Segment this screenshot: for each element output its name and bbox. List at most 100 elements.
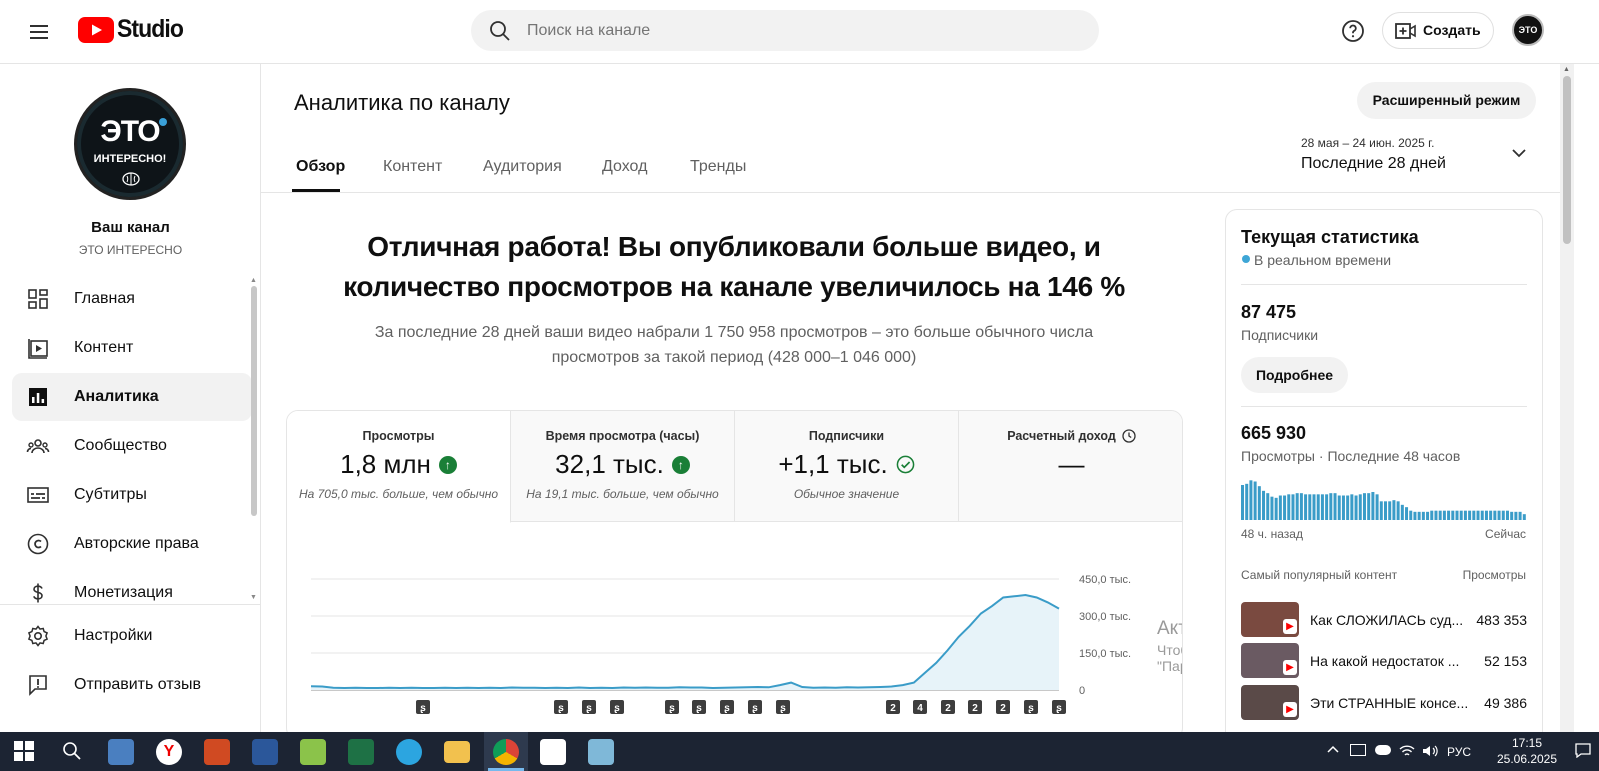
- video-row[interactable]: ▶ На какой недостаток ... 52 153: [1241, 643, 1527, 679]
- views-area: [311, 595, 1059, 690]
- channel-logo-dot-icon: [159, 118, 167, 126]
- page-scroll-thumb[interactable]: [1563, 76, 1571, 244]
- realtime-bar: [1480, 510, 1484, 520]
- tray-volume-icon[interactable]: [1422, 744, 1438, 758]
- yandex-browser-icon[interactable]: Y: [156, 739, 182, 765]
- app-icon[interactable]: [588, 739, 614, 765]
- metric-revenue[interactable]: Расчетный доход —: [959, 411, 1182, 522]
- metric-title: Просмотры: [362, 429, 435, 443]
- menu-icon[interactable]: [27, 20, 51, 44]
- tab-content[interactable]: Контент: [383, 158, 442, 176]
- tray-language[interactable]: РУС: [1447, 745, 1471, 759]
- realtime-bar: [1379, 501, 1383, 520]
- help-icon[interactable]: [1341, 19, 1365, 43]
- watermark-title: Активация Windows: [1157, 618, 1182, 639]
- notifications-icon[interactable]: [1575, 742, 1591, 758]
- scroll-up-icon[interactable]: ▲: [1563, 66, 1570, 73]
- metric-title-row: Расчетный доход: [959, 429, 1182, 443]
- views-chart[interactable]: 450,0 тыс. 300,0 тыс. 150,0 тыс. 0 ʂ ʂ ʂ ʂ ʂ ʂ ʂ ʂ ʂ…: [287, 522, 1183, 740]
- sidebar-item-settings[interactable]: Настройки: [12, 612, 252, 660]
- advanced-mode-button[interactable]: Расширенный режим: [1357, 82, 1536, 119]
- tab-audience[interactable]: Аудитория: [483, 158, 562, 176]
- sidebar-item-subtitles[interactable]: Субтитры: [12, 471, 252, 519]
- tray-chevron-up-icon[interactable]: [1326, 744, 1340, 754]
- media-player-icon[interactable]: [108, 739, 134, 765]
- realtime-bar-chart[interactable]: [1241, 478, 1527, 520]
- sidebar-scrollbar[interactable]: [251, 286, 257, 516]
- sidebar-item-community[interactable]: Сообщество: [12, 422, 252, 470]
- subscribers-label: Подписчики: [1241, 327, 1319, 343]
- sidebar-item-dashboard[interactable]: Главная: [12, 275, 252, 323]
- realtime-bar: [1304, 494, 1308, 520]
- tray-wifi-icon[interactable]: [1399, 744, 1415, 758]
- realtime-card: Текущая статистика В реальном времени 87…: [1225, 209, 1543, 749]
- metric-value-row: 32,1 тыс. ↑: [511, 449, 734, 480]
- realtime-bar: [1463, 510, 1467, 520]
- sidebar-item-label: Аналитика: [74, 388, 159, 405]
- metric-views[interactable]: Просмотры 1,8 млн ↑ На 705,0 тыс. больше,…: [287, 411, 511, 523]
- summary-subtext-line-2: просмотров за такой период (428 000–1 04…: [551, 349, 917, 366]
- realtime-bar: [1312, 494, 1316, 520]
- date-range-picker[interactable]: 28 мая – 24 июн. 2025 г. Последние 28 дн…: [1300, 134, 1535, 178]
- create-label: Создать: [1423, 22, 1481, 38]
- video-views: 483 353: [1476, 612, 1527, 628]
- create-button[interactable]: Создать: [1382, 12, 1494, 49]
- marker-label: 2: [1000, 703, 1006, 714]
- excel-icon[interactable]: [348, 739, 374, 765]
- metric-subscribers[interactable]: Подписчики +1,1 тыс. Обычное значение: [735, 411, 959, 522]
- powerpoint-icon[interactable]: [204, 739, 230, 765]
- date-range-label: Последние 28 дней: [1301, 155, 1446, 172]
- dashboard-icon: [26, 287, 50, 311]
- windows-start-icon[interactable]: [14, 741, 34, 761]
- community-icon: [26, 434, 50, 458]
- file-explorer-icon[interactable]: [444, 741, 470, 763]
- popular-metric: Просмотры: [1462, 568, 1526, 582]
- word-icon[interactable]: [252, 739, 278, 765]
- search-input[interactable]: [527, 18, 1067, 43]
- capcut-icon[interactable]: [540, 739, 566, 765]
- realtime-bar: [1501, 510, 1505, 520]
- arrow-up-icon: ↑: [438, 455, 457, 474]
- sidebar-item-copyright[interactable]: Авторские права: [12, 520, 252, 568]
- tab-revenue[interactable]: Доход: [602, 158, 647, 176]
- search-bar[interactable]: [471, 10, 1099, 51]
- studio-logo-text: Studio: [117, 15, 184, 43]
- tray-cloud-icon[interactable]: [1375, 745, 1391, 755]
- video-views: 52 153: [1484, 653, 1527, 669]
- details-button[interactable]: Подробнее: [1241, 357, 1348, 393]
- taskbar-search-icon[interactable]: [62, 741, 82, 761]
- page-scrollbar[interactable]: ▲: [1560, 64, 1574, 732]
- realtime-bar: [1270, 496, 1274, 520]
- sidebar-item-analytics[interactable]: Аналитика: [12, 373, 252, 421]
- sidebar-item-feedback[interactable]: Отправить отзыв: [12, 661, 252, 709]
- chrome-icon[interactable]: [493, 739, 519, 765]
- monetization-icon: [26, 581, 50, 604]
- scroll-up-icon[interactable]: ▲: [250, 277, 257, 284]
- telegram-icon[interactable]: [396, 739, 422, 765]
- youtube-logo-icon[interactable]: [78, 17, 114, 43]
- scroll-down-icon[interactable]: ▼: [250, 594, 257, 601]
- sidebar-item-monetization[interactable]: Монетизация: [12, 569, 252, 604]
- realtime-bar: [1426, 511, 1430, 520]
- watermark-line-1: Чтобы активировать Windows, перейдите в …: [1157, 642, 1182, 658]
- realtime-bar: [1522, 514, 1526, 520]
- marker-label: ʂ: [420, 703, 426, 714]
- video-row[interactable]: ▶ Эти СТРАННЫЕ консе... 49 386: [1241, 685, 1527, 721]
- video-row[interactable]: ▶ Как СЛОЖИЛАСЬ суд... 483 353: [1241, 602, 1527, 638]
- header-divider: [261, 192, 1560, 193]
- arrow-up-icon: ↑: [671, 455, 690, 474]
- tray-clock[interactable]: 17:15 25.06.2025: [1490, 735, 1564, 767]
- tab-overview[interactable]: Обзор: [296, 158, 345, 176]
- account-avatar[interactable]: ЭТО: [1512, 14, 1544, 46]
- marker-label: 2: [972, 703, 978, 714]
- subtitles-icon: [26, 483, 50, 507]
- tab-trends[interactable]: Тренды: [690, 158, 746, 176]
- metric-watch-time[interactable]: Время просмотра (часы) 32,1 тыс. ↑ На 19,…: [511, 411, 735, 522]
- marker-label: 2: [945, 703, 951, 714]
- tray-network-icon[interactable]: [1350, 744, 1366, 756]
- metric-value: +1,1 тыс.: [778, 449, 888, 479]
- notepad-icon[interactable]: [300, 739, 326, 765]
- channel-avatar[interactable]: ЭТО ИНТЕРЕСНО!: [74, 88, 186, 200]
- realtime-bar: [1346, 495, 1350, 520]
- sidebar-item-content[interactable]: Контент: [12, 324, 252, 372]
